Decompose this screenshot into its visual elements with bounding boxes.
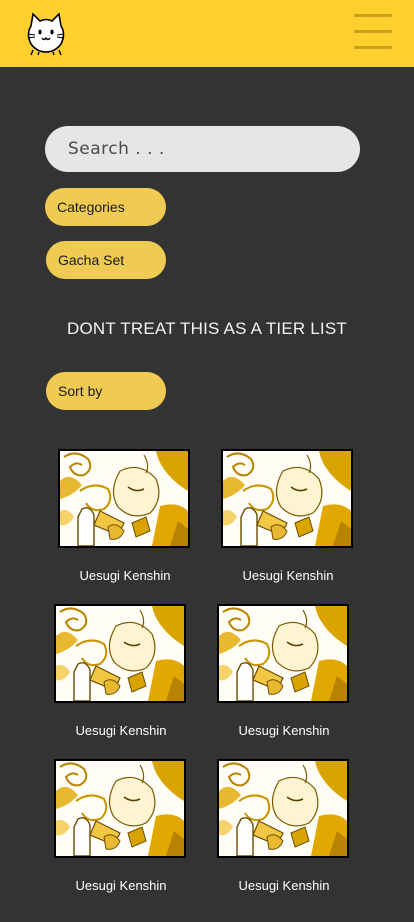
unit-portrait — [54, 604, 186, 703]
top-bar — [0, 0, 414, 67]
hamburger-menu-icon[interactable] — [354, 14, 392, 50]
categories-button[interactable]: Categories — [45, 188, 166, 226]
gacha-set-button[interactable]: Gacha Set — [46, 241, 166, 279]
unit-portrait — [58, 449, 190, 548]
cat-face-icon[interactable] — [25, 12, 67, 56]
unit-card[interactable]: Uesugi Kenshin — [221, 449, 355, 583]
unit-portrait — [217, 759, 349, 858]
unit-name: Uesugi Kenshin — [238, 723, 330, 738]
unit-portrait — [221, 449, 353, 548]
unit-name: Uesugi Kenshin — [238, 878, 330, 893]
unit-card[interactable]: Uesugi Kenshin — [54, 759, 188, 893]
unit-card[interactable]: Uesugi Kenshin — [58, 449, 192, 583]
sort-by-button[interactable]: Sort by — [46, 372, 166, 410]
unit-card[interactable]: Uesugi Kenshin — [217, 604, 351, 738]
unit-name: Uesugi Kenshin — [75, 878, 167, 893]
unit-card[interactable]: Uesugi Kenshin — [217, 759, 351, 893]
unit-name: Uesugi Kenshin — [79, 568, 171, 583]
unit-name: Uesugi Kenshin — [75, 723, 167, 738]
unit-portrait — [217, 604, 349, 703]
unit-portrait — [54, 759, 186, 858]
unit-name: Uesugi Kenshin — [242, 568, 334, 583]
search-input[interactable] — [45, 126, 360, 172]
tier-list-notice: DONT TREAT THIS AS A TIER LIST — [67, 319, 347, 338]
unit-card[interactable]: Uesugi Kenshin — [54, 604, 188, 738]
